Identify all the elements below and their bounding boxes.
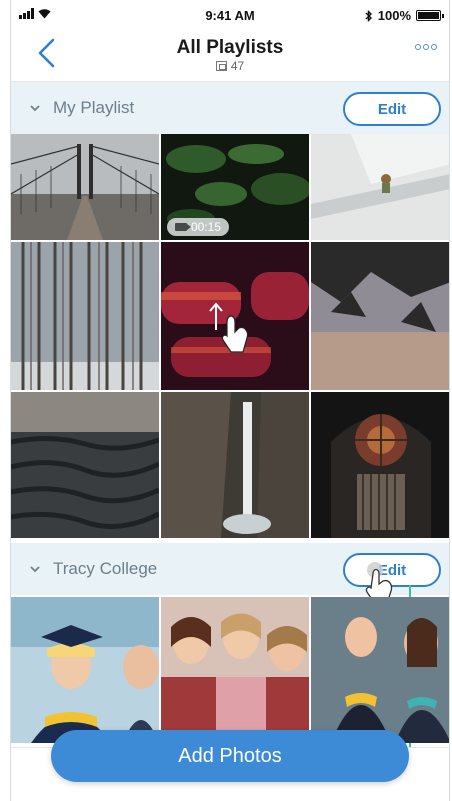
page-title: All Playlists [176,37,284,58]
dot-icon [415,44,421,50]
nav-bar: All Playlists 47 [11,30,449,82]
photo-bridge[interactable] [11,134,159,240]
edit-button[interactable]: Edit [343,92,441,126]
battery-percent: 100% [377,8,411,23]
section-title: My Playlist [53,98,135,117]
video-badge: 00:15 [167,218,230,236]
photo-waterfall[interactable] [161,392,309,538]
photo-leaves-dusk[interactable] [311,242,449,390]
photo-graduate-3[interactable] [311,597,449,743]
dot-icon [431,44,437,50]
photo-ocean[interactable] [11,392,159,538]
more-options-button[interactable] [415,44,437,50]
section-title: Tracy College [53,559,158,578]
status-right: 100% [365,8,444,23]
battery-icon [416,10,444,21]
chevron-down-icon [30,105,40,112]
photo-ferns-video[interactable]: 00:15 [161,134,309,240]
photo-graduate-2[interactable] [161,597,309,743]
video-duration: 00:15 [191,220,222,234]
add-photos-button[interactable]: Add Photos [51,730,409,782]
dot-icon [423,44,429,50]
photo-count-value: 47 [230,59,245,73]
photo-architecture[interactable] [311,134,449,240]
photo-cathedral[interactable] [311,392,449,538]
photo-icon [215,61,227,71]
photo-graduate-1[interactable] [11,597,159,743]
photo-snowy-forest[interactable] [11,242,159,390]
bluetooth-icon [365,9,372,22]
chevron-down-icon [30,566,40,573]
photo-count: 47 [11,59,449,73]
photo-red-tubes[interactable] [161,242,309,390]
video-camera-icon [175,223,191,231]
phone-screen: 9:41 AM 100% All Playlists 47 My Playlis… [10,0,450,801]
status-bar: 9:41 AM 100% [11,0,449,30]
section-header-my-playlist[interactable]: My Playlist Edit [11,82,449,134]
